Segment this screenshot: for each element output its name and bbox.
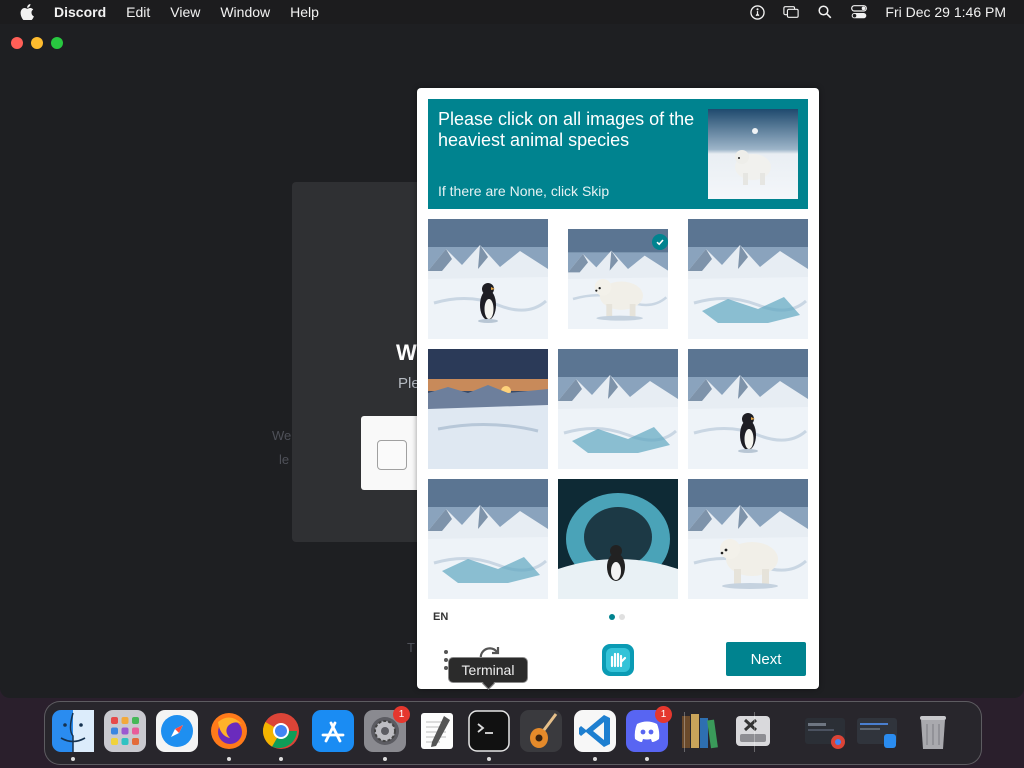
screen-mirroring-icon[interactable] bbox=[783, 4, 800, 20]
dock-discord-icon[interactable]: 1 bbox=[626, 706, 672, 752]
dock-chrome-window-icon[interactable] bbox=[804, 710, 846, 752]
running-indicator bbox=[487, 757, 491, 761]
ice-image bbox=[558, 349, 678, 469]
prompt-text: Please click on all images of the heavie… bbox=[438, 109, 695, 150]
menu-edit[interactable]: Edit bbox=[126, 4, 150, 20]
captcha-checkbox[interactable] bbox=[377, 440, 407, 470]
apple-icon[interactable] bbox=[20, 4, 34, 20]
menu-window[interactable]: Window bbox=[220, 4, 270, 20]
polar-bear-image bbox=[688, 479, 808, 599]
dock-launchpad-icon[interactable] bbox=[104, 710, 146, 752]
welcome-heading: W bbox=[396, 340, 417, 365]
running-indicator bbox=[71, 757, 75, 761]
captcha-tile-7[interactable] bbox=[428, 479, 548, 599]
page-dot-1 bbox=[609, 614, 615, 620]
dock-textedit-icon[interactable] bbox=[416, 710, 458, 752]
challenge-prompt: Please click on all images of the heavie… bbox=[428, 99, 808, 209]
dock-separator bbox=[684, 712, 685, 752]
window-controls bbox=[11, 37, 71, 49]
menu-help[interactable]: Help bbox=[290, 4, 319, 20]
skip-hint: If there are None, click Skip bbox=[438, 183, 610, 199]
page-dot-2 bbox=[619, 614, 625, 620]
dock-disk-utility-icon[interactable] bbox=[732, 710, 774, 752]
penguin-cave-image bbox=[558, 479, 678, 599]
running-indicator bbox=[279, 757, 283, 761]
menu-view[interactable]: View bbox=[170, 4, 200, 20]
image-grid bbox=[428, 219, 808, 599]
penguin-image bbox=[688, 349, 808, 469]
dock-safari-icon[interactable] bbox=[156, 710, 198, 752]
menu-app-name[interactable]: Discord bbox=[54, 4, 106, 20]
captcha-tile-3[interactable] bbox=[688, 219, 808, 339]
dock-app-store-icon[interactable] bbox=[312, 710, 354, 752]
next-button[interactable]: Next bbox=[726, 642, 806, 676]
dock-trash-icon[interactable] bbox=[912, 710, 954, 752]
faint-text-1: We bbox=[272, 428, 292, 443]
notification-badge: 1 bbox=[393, 706, 410, 723]
dock-tooltip: Terminal bbox=[448, 657, 528, 683]
notification-badge: 1 bbox=[655, 706, 672, 723]
dock: 11 bbox=[44, 701, 982, 765]
menu-bar: Discord Edit View Window Help Fri Dec 29… bbox=[0, 0, 1024, 24]
running-indicator bbox=[645, 757, 649, 761]
captcha-tile-9[interactable] bbox=[688, 479, 808, 599]
captcha-tile-1[interactable] bbox=[428, 219, 548, 339]
sunset-ice-image bbox=[428, 349, 548, 469]
dock-vs-code-icon[interactable] bbox=[574, 710, 616, 752]
dock-garageband-icon[interactable] bbox=[520, 710, 562, 752]
dock-chrome-icon[interactable] bbox=[260, 710, 302, 752]
ice-image bbox=[428, 479, 548, 599]
hcaptcha-logo-icon bbox=[602, 644, 634, 676]
dock-finder-icon[interactable] bbox=[52, 710, 94, 752]
minimize-window-button[interactable] bbox=[31, 37, 43, 49]
dock-system-settings-icon[interactable]: 1 bbox=[364, 706, 410, 752]
example-image bbox=[708, 109, 798, 199]
dock-terminal-icon[interactable] bbox=[468, 710, 510, 752]
ice-image bbox=[688, 219, 808, 339]
faint-text-2: le bbox=[279, 452, 290, 467]
penguin-image bbox=[428, 219, 548, 339]
page-indicator bbox=[609, 614, 629, 620]
control-center-icon[interactable] bbox=[851, 4, 868, 20]
running-indicator bbox=[593, 757, 597, 761]
dock-finder-window-icon[interactable] bbox=[856, 710, 898, 752]
dock-separator bbox=[754, 712, 755, 752]
language-selector[interactable]: EN bbox=[433, 611, 448, 623]
running-indicator bbox=[383, 757, 387, 761]
selected-check-icon bbox=[652, 234, 668, 250]
captcha-tile-5[interactable] bbox=[558, 349, 678, 469]
close-window-button[interactable] bbox=[11, 37, 23, 49]
hcaptcha-challenge: Please click on all images of the heavie… bbox=[417, 88, 819, 689]
accessibility-icon[interactable] bbox=[749, 4, 765, 20]
captcha-tile-6[interactable] bbox=[688, 349, 808, 469]
captcha-tile-4[interactable] bbox=[428, 349, 548, 469]
running-indicator bbox=[227, 757, 231, 761]
maximize-window-button[interactable] bbox=[51, 37, 63, 49]
menu-clock[interactable]: Fri Dec 29 1:46 PM bbox=[885, 4, 1006, 20]
dock-firefox-icon[interactable] bbox=[208, 710, 250, 752]
faint-text-3: T bbox=[407, 640, 415, 655]
captcha-tile-8[interactable] bbox=[558, 479, 678, 599]
search-icon[interactable] bbox=[817, 4, 833, 20]
